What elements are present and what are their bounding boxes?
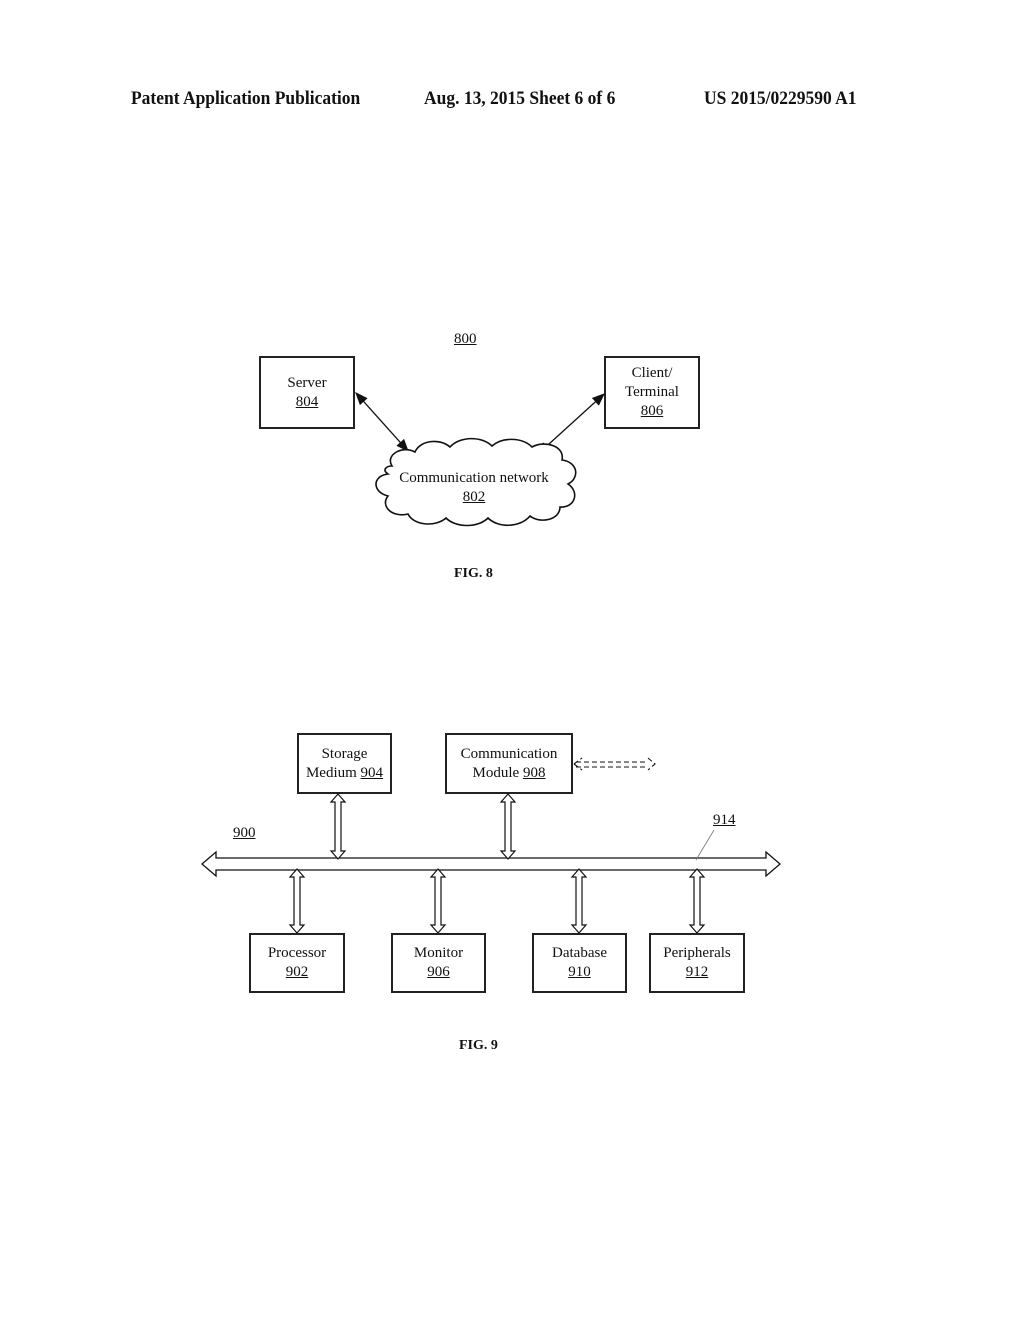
database-ref: 910 <box>568 964 591 980</box>
server-network-link <box>355 392 409 452</box>
database-label: Database <box>552 945 607 961</box>
peripherals-ref: 912 <box>685 964 709 980</box>
external-link-arrow <box>573 757 656 771</box>
peripherals-box: Peripherals 912 <box>649 933 745 993</box>
peripherals-bus-arrow <box>688 868 706 934</box>
peripherals-label: Peripherals <box>663 945 731 961</box>
comm-bus-arrow <box>499 793 517 860</box>
server-ref: 804 <box>295 393 319 410</box>
comm-label-2: Module <box>472 764 523 781</box>
monitor-box: Monitor 906 <box>391 933 486 993</box>
bus-leader-line <box>695 829 715 861</box>
monitor-bus-arrow <box>429 868 447 934</box>
monitor-ref: 906 <box>427 964 450 980</box>
monitor-label: Monitor <box>413 945 464 961</box>
fig9-caption: FIG. 9 <box>459 1038 498 1053</box>
communication-module-box: Communication Module 908 <box>445 733 573 794</box>
processor-bus-arrow <box>288 868 306 934</box>
storage-label-1: Storage <box>321 745 368 762</box>
network-ref: 802 <box>462 489 486 505</box>
fig8-ref: 800 <box>454 331 477 347</box>
storage-label-2: Medium <box>305 764 361 781</box>
storage-ref: 904 <box>360 764 384 781</box>
fig9-ref: 900 <box>233 825 256 841</box>
database-box: Database 910 <box>532 933 627 993</box>
storage-medium-box: Storage Medium 904 <box>297 733 392 794</box>
network-text: Communication network 802 <box>384 469 564 507</box>
diagram-canvas <box>201 392 781 934</box>
processor-box: Processor 902 <box>249 933 345 993</box>
server-label: Server <box>287 374 327 391</box>
comm-label-1: Communication <box>460 745 558 762</box>
client-terminal-box: Client/ Terminal 806 <box>604 356 700 429</box>
client-label-1: Client/ <box>631 365 673 381</box>
network-label: Communication network <box>399 470 549 486</box>
comm-ref: 908 <box>522 764 546 781</box>
server-box: Server 804 <box>259 356 355 429</box>
client-label-2: Terminal <box>625 384 679 400</box>
processor-label: Processor <box>267 945 327 961</box>
bus-ref: 914 <box>713 812 736 828</box>
database-bus-arrow <box>570 868 588 934</box>
client-ref: 806 <box>640 403 664 419</box>
storage-bus-arrow <box>329 793 347 860</box>
processor-ref: 902 <box>285 964 309 980</box>
fig8-caption: FIG. 8 <box>454 566 493 581</box>
